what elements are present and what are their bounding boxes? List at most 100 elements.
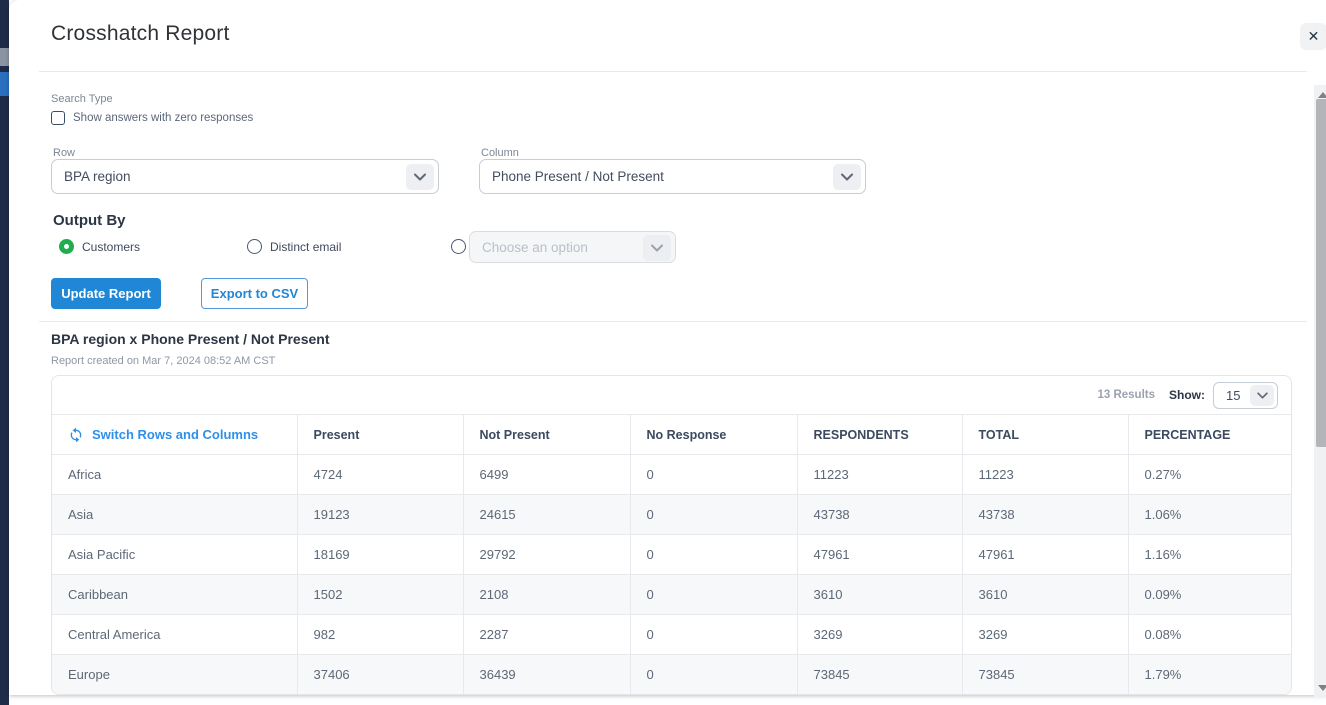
data-cell: 37406	[297, 655, 463, 695]
zero-responses-checkbox-label: Show answers with zero responses	[73, 112, 253, 124]
close-icon: ✕	[1308, 28, 1320, 45]
column-header-present: Present	[297, 415, 463, 455]
data-cell: 1502	[297, 575, 463, 615]
table-header-row: Switch Rows and Columns Present Not Pres…	[52, 415, 1292, 455]
header-divider	[39, 71, 1307, 72]
data-cell: 43738	[797, 495, 962, 535]
switch-rows-columns-link[interactable]: Switch Rows and Columns	[68, 427, 297, 443]
modal-title: Crosshatch Report	[51, 22, 229, 46]
data-cell: 73845	[797, 655, 962, 695]
column-header-percentage: PERCENTAGE	[1128, 415, 1292, 455]
table-row: Central America98222870326932690.08%	[52, 615, 1292, 655]
data-cell: 18169	[297, 535, 463, 575]
output-by-label: Output By	[53, 212, 126, 229]
page-size-select[interactable]: 15	[1213, 382, 1278, 409]
data-cell: 2108	[463, 575, 630, 615]
page-root: Crosshatch Report ✕ Search Type Show ans…	[0, 0, 1326, 705]
row-label-cell: Africa	[52, 455, 297, 495]
background-sidebar-strip	[0, 0, 9, 705]
crosshatch-table: Switch Rows and Columns Present Not Pres…	[52, 414, 1292, 695]
column-select-value: Phone Present / Not Present	[492, 169, 664, 184]
data-cell: 0	[630, 615, 797, 655]
row-label: Row	[53, 147, 75, 159]
data-cell: 6499	[463, 455, 630, 495]
data-cell: 1.16%	[1128, 535, 1292, 575]
data-cell: 73845	[962, 655, 1128, 695]
background-sidebar-item	[0, 48, 9, 66]
data-cell: 3269	[797, 615, 962, 655]
radio-customers-label: Customers	[82, 240, 140, 254]
report-heading: BPA region x Phone Present / Not Present	[51, 331, 330, 347]
page-size-value: 15	[1226, 388, 1240, 403]
data-cell: 0	[630, 455, 797, 495]
radio-distinct-email[interactable]	[247, 239, 262, 254]
column-header-respondents: RESPONDENTS	[797, 415, 962, 455]
swap-rows-columns-icon	[68, 427, 84, 443]
scrollbar-thumb[interactable]	[1316, 99, 1326, 447]
report-created-timestamp: Report created on Mar 7, 2024 08:52 AM C…	[51, 355, 275, 367]
data-cell: 0.09%	[1128, 575, 1292, 615]
copy-count-select[interactable]: Choose an option	[469, 231, 676, 263]
results-count: 13 Results	[1097, 389, 1155, 401]
data-cell: 29792	[463, 535, 630, 575]
row-select[interactable]: BPA region	[51, 159, 439, 194]
section-divider	[39, 321, 1307, 322]
background-sidebar-active-item	[0, 72, 9, 96]
data-cell: 0	[630, 655, 797, 695]
close-button[interactable]: ✕	[1300, 23, 1326, 50]
search-type-label: Search Type	[51, 93, 113, 105]
row-label-cell: Asia Pacific	[52, 535, 297, 575]
data-cell: 0	[630, 535, 797, 575]
report-table-card: 13 Results Show: 15	[51, 375, 1292, 695]
data-cell: 47961	[797, 535, 962, 575]
zero-responses-checkbox[interactable]	[51, 111, 65, 125]
data-cell: 0	[630, 495, 797, 535]
table-row: Caribbean150221080361036100.09%	[52, 575, 1292, 615]
data-cell: 982	[297, 615, 463, 655]
table-toolbar: 13 Results Show: 15	[52, 376, 1291, 414]
data-cell: 47961	[962, 535, 1128, 575]
switch-link-label: Switch Rows and Columns	[92, 427, 258, 442]
radio-copy-count[interactable]	[451, 239, 466, 254]
show-label: Show:	[1169, 388, 1205, 402]
table-body: Africa47246499011223112230.27%Asia191232…	[52, 455, 1292, 695]
column-header-no-response: No Response	[630, 415, 797, 455]
crosshatch-report-modal: Crosshatch Report ✕ Search Type Show ans…	[9, 0, 1326, 695]
vertical-scrollbar[interactable]	[1314, 85, 1326, 698]
column-header-not-present: Not Present	[463, 415, 630, 455]
column-select[interactable]: Phone Present / Not Present	[479, 159, 866, 194]
data-cell: 3610	[962, 575, 1128, 615]
chevron-down-icon	[406, 164, 434, 190]
radio-distinct-email-label: Distinct email	[270, 240, 341, 254]
radio-customers[interactable]	[59, 239, 74, 254]
data-cell: 3269	[962, 615, 1128, 655]
data-cell: 19123	[297, 495, 463, 535]
chevron-down-icon	[1250, 385, 1274, 406]
row-select-value: BPA region	[64, 169, 131, 184]
table-row: Africa47246499011223112230.27%	[52, 455, 1292, 495]
chevron-down-icon	[833, 164, 861, 190]
data-cell: 1.79%	[1128, 655, 1292, 695]
data-cell: 2287	[463, 615, 630, 655]
copy-count-placeholder: Choose an option	[482, 240, 588, 255]
data-cell: 1.06%	[1128, 495, 1292, 535]
column-header-total: TOTAL	[962, 415, 1128, 455]
data-cell: 3610	[797, 575, 962, 615]
data-cell: 36439	[463, 655, 630, 695]
data-cell: 24615	[463, 495, 630, 535]
export-csv-button[interactable]: Export to CSV	[201, 278, 308, 309]
data-cell: 0	[630, 575, 797, 615]
scroll-up-arrow-icon[interactable]	[1318, 92, 1326, 98]
scroll-down-arrow-icon[interactable]	[1318, 685, 1326, 691]
row-label-cell: Caribbean	[52, 575, 297, 615]
row-label-cell: Europe	[52, 655, 297, 695]
data-cell: 11223	[797, 455, 962, 495]
data-cell: 11223	[962, 455, 1128, 495]
data-cell: 0.08%	[1128, 615, 1292, 655]
table-row: Asia1912324615043738437381.06%	[52, 495, 1292, 535]
table-row: Asia Pacific1816929792047961479611.16%	[52, 535, 1292, 575]
update-report-button[interactable]: Update Report	[51, 278, 161, 309]
data-cell: 43738	[962, 495, 1128, 535]
data-cell: 4724	[297, 455, 463, 495]
row-label-cell: Central America	[52, 615, 297, 655]
